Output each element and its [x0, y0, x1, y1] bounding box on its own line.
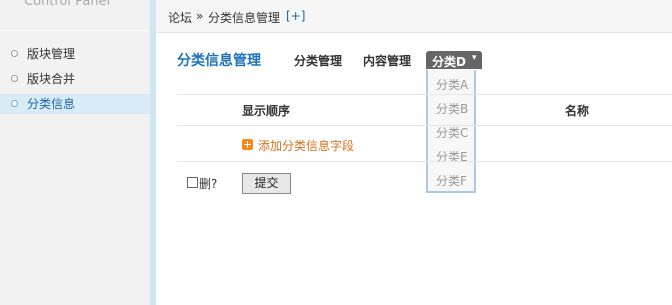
dropdown-item-a[interactable]: 分类A — [436, 76, 468, 93]
bullet-icon — [11, 100, 18, 107]
sidebar-item-label: 版块管理 — [27, 47, 76, 61]
column-header-order: 显示顺序 — [242, 104, 291, 118]
column-header-name: 名称 — [565, 104, 590, 118]
sidebar-item-forum-manage[interactable]: 版块管理 — [0, 44, 150, 64]
table-row-divider — [177, 125, 672, 126]
breadcrumb-current: 分类信息管理 — [208, 11, 281, 25]
dropdown-item-e[interactable]: 分类E — [436, 148, 468, 165]
sidebar-edge — [150, 0, 156, 305]
add-icon — [242, 139, 253, 150]
bullet-icon — [11, 75, 18, 82]
sidebar-item-threadtypes[interactable]: 分类信息 — [0, 94, 150, 114]
bullet-icon — [11, 50, 18, 57]
sidebar-item-label: 分类信息 — [27, 97, 76, 111]
table-top-border — [177, 94, 672, 95]
submit-button[interactable]: 提交 — [242, 173, 291, 194]
sidebar-item-label: 版块合并 — [27, 72, 76, 86]
dropdown-item-f[interactable]: 分类F — [436, 172, 467, 189]
breadcrumb-root[interactable]: 论坛 — [168, 9, 192, 26]
nav-content-manage[interactable]: 内容管理 — [363, 52, 411, 69]
nav-type-manage[interactable]: 分类管理 — [294, 52, 342, 69]
add-shortcut-link[interactable]: [+] — [286, 9, 305, 23]
delete-checkbox[interactable] — [187, 177, 198, 188]
type-menu-button[interactable]: 分类D ▾ — [426, 51, 482, 69]
breadcrumb-separator: » — [196, 9, 204, 23]
breadcrumb: 论坛 » 分类信息管理 [+] — [156, 0, 672, 33]
page-title: 分类信息管理 — [177, 53, 261, 69]
dropdown-item-c[interactable]: 分类C — [436, 124, 468, 141]
table-row-divider — [177, 161, 672, 162]
type-menu-label: 分类D — [432, 55, 466, 69]
add-field-link[interactable]: 添加分类信息字段 — [258, 137, 354, 154]
chevron-down-icon: ▾ — [472, 53, 477, 63]
brand: Control Panel — [0, 0, 150, 30]
brand-text: Control Panel — [24, 0, 111, 9]
sidebar: Control Panel 版块管理 版块合并 分类信息 — [0, 0, 150, 305]
type-dropdown: 分类A 分类B 分类C 分类E 分类F — [426, 70, 476, 193]
sidebar-item-forum-merge[interactable]: 版块合并 — [0, 69, 150, 89]
delete-label: 删? — [199, 177, 218, 191]
sidebar-divider — [0, 30, 150, 31]
dropdown-item-b[interactable]: 分类B — [436, 100, 468, 117]
